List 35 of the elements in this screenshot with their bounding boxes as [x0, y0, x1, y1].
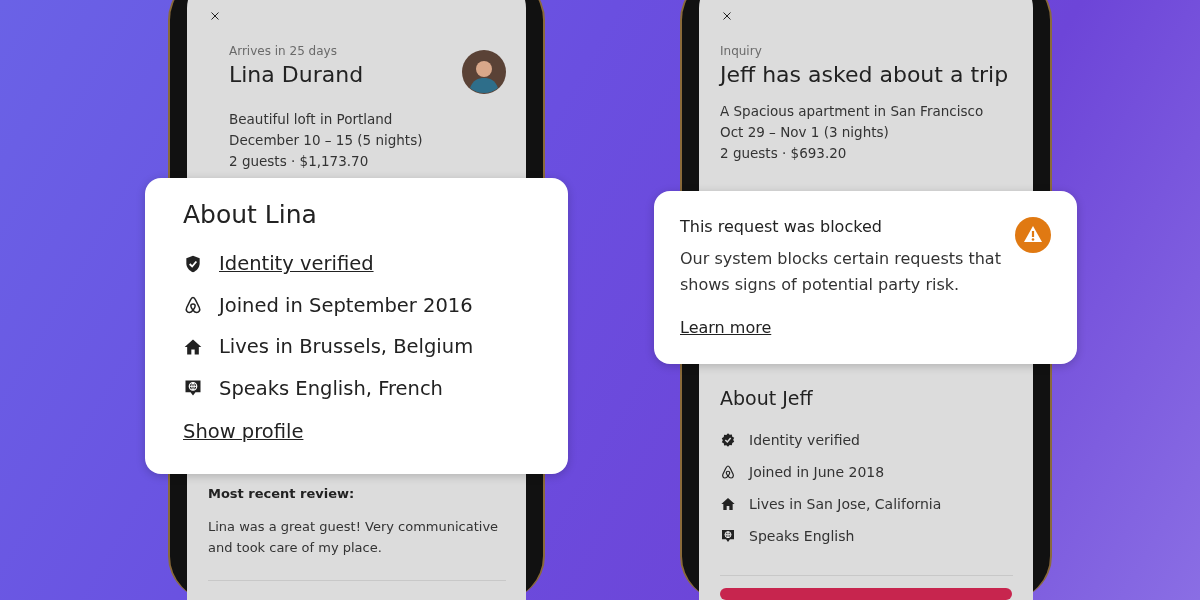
loop-icon	[183, 295, 203, 316]
trip-detail: Beautiful loft in Portland	[229, 110, 394, 129]
about-text: Lives in Brussels, Belgium	[219, 335, 474, 359]
learn-more-link[interactable]: Learn more	[680, 318, 772, 337]
status-label: Arrives in 25 days	[229, 44, 338, 58]
trip-detail: 2 guests · $1,173.70	[229, 152, 370, 171]
trip-title: Jeff has asked about a trip	[720, 62, 1009, 87]
home-icon	[720, 496, 736, 512]
alert-title: This request was blocked	[680, 217, 883, 236]
identity-link[interactable]: Identity verified	[219, 252, 374, 276]
trip-title: Lina Durand	[229, 62, 364, 87]
review-heading: Most recent review:	[208, 486, 356, 502]
trip-detail: December 10 – 15 (5 nights)	[229, 131, 424, 150]
show-profile-link[interactable]: Show profile	[183, 420, 304, 443]
badge-check-icon	[720, 432, 736, 448]
trip-detail: A Spacious apartment in San Francisco	[720, 102, 985, 121]
about-text: Identity verified	[749, 432, 860, 448]
about-text: Speaks English, French	[219, 376, 443, 400]
about-text: Joined in September 2016	[219, 293, 473, 317]
about-text: Speaks English	[749, 528, 855, 544]
status-label: Inquiry	[720, 44, 763, 58]
about-text: Joined in June 2018	[749, 464, 885, 480]
trip-detail: Oct 29 – Nov 1 (3 nights)	[720, 123, 890, 142]
review-text: Lina was a great guest! Very communicative and took care of my place.	[208, 518, 500, 557]
card-title: About Lina	[183, 200, 318, 229]
globe-chat-icon	[720, 528, 736, 544]
warning-icon	[1015, 217, 1051, 253]
trip-detail: 2 guests · $693.20	[720, 144, 848, 163]
close-icon[interactable]	[721, 10, 733, 22]
loop-icon	[720, 464, 736, 480]
alert-message: Our system blocks certain requests that shows signs of potential party risk.	[680, 248, 1002, 296]
about-text: Lives in San Jose, California	[749, 496, 942, 512]
section-heading: About Jeff	[720, 387, 814, 410]
shield-check-icon	[183, 253, 203, 274]
close-icon[interactable]	[209, 10, 221, 22]
